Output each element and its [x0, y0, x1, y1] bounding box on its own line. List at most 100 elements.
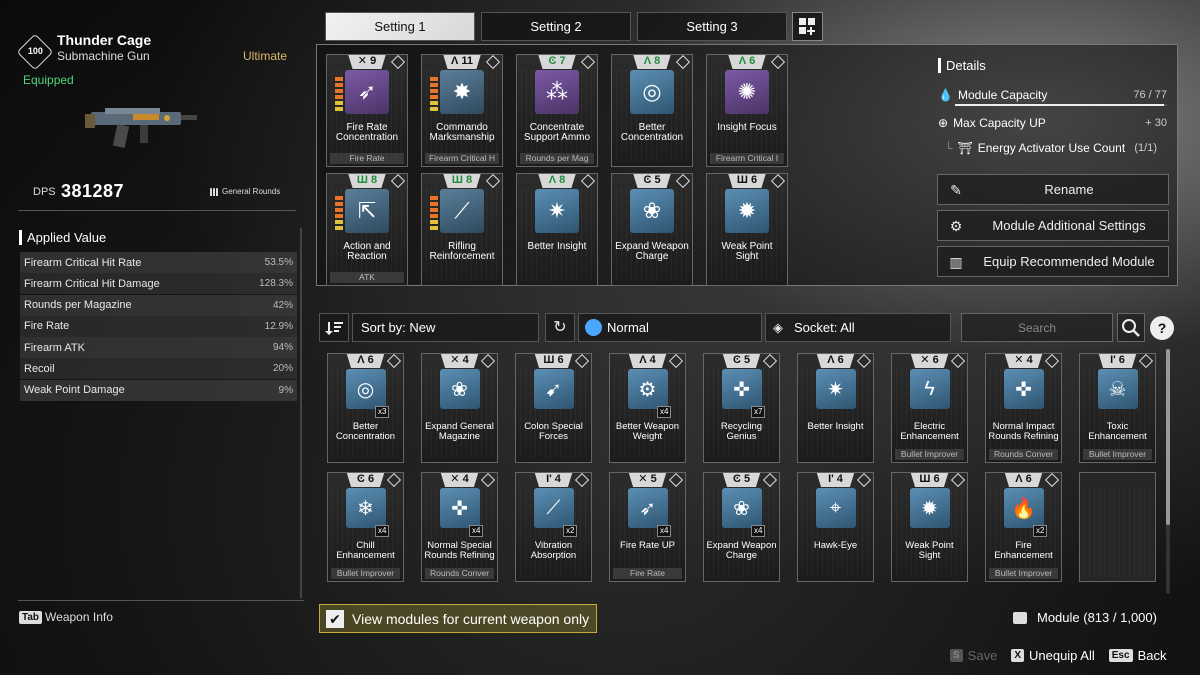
module-category: Rounds Conver: [425, 568, 494, 579]
equipped-module-card[interactable]: Ш 8 ⟋ Rifling Reinforcement: [421, 173, 503, 286]
rarity-normal-icon: [585, 319, 602, 336]
module-cost: Ш 8: [348, 174, 386, 188]
module-category: Rounds per Mag: [520, 153, 594, 164]
inventory-module-card[interactable]: Ͼ 5 ❀ x4 Expand Weapon Charge: [703, 472, 780, 582]
socket-filter-select[interactable]: Socket: All: [765, 313, 951, 342]
applied-value-scrollbar[interactable]: [300, 228, 302, 598]
module-additional-settings-button[interactable]: ⚙ Module Additional Settings: [937, 210, 1169, 241]
inventory-module-card[interactable]: Λ 6 ✷ Better Insight: [797, 353, 874, 463]
equipped-module-card[interactable]: Λ 6 ✺ Insight Focus Firearm Critical I: [706, 54, 788, 167]
module-art-icon: ❀: [439, 369, 480, 409]
applied-value-label: Firearm Critical Hit Rate: [24, 256, 142, 269]
equipped-module-card[interactable]: Ш 6 ✹ Weak Point Sight: [706, 173, 788, 286]
inventory-module-card[interactable]: ✕ 4 ✜ Normal Impact Rounds Refining Rounds …: [985, 353, 1062, 463]
tab-setting-1[interactable]: Setting 1: [325, 12, 475, 41]
search-button[interactable]: [1117, 313, 1145, 342]
socket-icon: [574, 354, 590, 369]
applied-value-label: Recoil: [24, 362, 55, 375]
inventory-module-card[interactable]: Ш 6 ✹ Weak Point Sight: [891, 472, 968, 582]
s-key-icon: S: [950, 649, 963, 662]
socket-icon: [950, 473, 966, 488]
equipped-module-card[interactable]: Ͼ 5 ❀ Expand Weapon Charge: [611, 173, 693, 286]
module-cost: Λ 6: [728, 55, 766, 69]
equipped-module-card[interactable]: Ͼ 7 ⁂ Concentrate Support Ammo Rounds per M…: [516, 54, 598, 167]
module-cost: Λ 6: [346, 354, 385, 368]
bar-chart-icon: ▥: [949, 253, 963, 270]
dps-value: 381287: [61, 181, 125, 201]
module-name: Chill Enhancement: [336, 540, 395, 561]
equipped-module-card[interactable]: Λ 8 ◎ Better Concentration: [611, 54, 693, 167]
module-quantity: x4: [469, 525, 484, 537]
esc-key-icon: Esc: [1108, 649, 1133, 662]
reset-filter-button[interactable]: ↻: [545, 313, 575, 342]
module-name: Fire Rate Concentration: [335, 122, 399, 143]
back-button[interactable]: Esc Back: [1108, 648, 1166, 663]
module-count: Module (813 / 1,000): [1013, 610, 1157, 625]
help-button[interactable]: ?: [1150, 316, 1174, 340]
equipped-module-card[interactable]: Ш 8 ⇱ Action and Reaction ATK: [326, 173, 408, 286]
sort-order-button[interactable]: [319, 313, 349, 342]
inventory-module-card[interactable]: ✕ 4 ✜ x4 Normal Special Rounds Refining Roun…: [421, 472, 498, 582]
inventory-module-card[interactable]: ✕ 6 ϟ Electric Enhancement Bullet Improver: [891, 353, 968, 463]
rarity-filter-select[interactable]: Normal: [578, 313, 762, 342]
inventory-module-card[interactable]: Λ 6 ◎ x3 Better Concentration: [327, 353, 404, 463]
module-category: Bullet Improver: [989, 568, 1058, 579]
add-setting-button[interactable]: [792, 12, 823, 41]
unequip-all-button[interactable]: X Unequip All: [1011, 648, 1095, 663]
inventory-module-card[interactable]: Ш 6 ➹ Colon Special Forces: [515, 353, 592, 463]
module-cost: Λ 6: [1004, 473, 1043, 487]
socket-icon: [390, 174, 406, 189]
weapon-info-button[interactable]: Tab Weapon Info: [19, 610, 113, 624]
inventory-module-card[interactable]: ✕ 5 ➶ x4 Fire Rate UP Fire Rate: [609, 472, 686, 582]
energy-activator-row: └ ⛩ Energy Activator Use Count: [944, 141, 1125, 155]
inventory-module-card[interactable]: Ͼ 5 ✜ x7 Recycling Genius: [703, 353, 780, 463]
search-input[interactable]: [961, 313, 1113, 342]
socket-icon: [1044, 354, 1060, 369]
sort-by-select[interactable]: Sort by: New: [352, 313, 539, 342]
module-name: Normal Impact Rounds Refining: [988, 421, 1059, 442]
module-cost: Ι' 4: [534, 473, 573, 487]
module-quantity: x4: [751, 525, 766, 537]
socket-icon: [485, 174, 501, 189]
inventory-module-card[interactable]: Ͼ 6 ❄ x4 Chill Enhancement Bullet Improver: [327, 472, 404, 582]
module-art-icon: ✜: [439, 488, 480, 528]
socket-icon: [580, 174, 596, 189]
module-category: Firearm Critical I: [710, 153, 784, 164]
module-quantity: x4: [375, 525, 390, 537]
inventory-empty-slot: [1079, 472, 1156, 582]
socket-icon: [480, 354, 496, 369]
applied-value-label: Weak Point Damage: [24, 384, 125, 397]
equip-recommended-module-button[interactable]: ▥ Equip Recommended Module: [937, 246, 1169, 277]
module-name: Normal Special Rounds Refining: [424, 540, 495, 561]
inventory-module-card[interactable]: Ι' 4 ⟋ x2 Vibration Absorption: [515, 472, 592, 582]
equipped-module-card[interactable]: Λ 8 ✷ Better Insight: [516, 173, 598, 286]
rename-button[interactable]: ✎ Rename: [937, 174, 1169, 205]
module-category: Fire Rate: [613, 568, 682, 579]
tree-branch-icon: └: [944, 141, 953, 155]
module-level-bars: [430, 77, 438, 115]
save-label: Save: [967, 648, 998, 663]
module-category: Fire Rate: [330, 153, 404, 164]
module-name: Vibration Absorption: [530, 540, 577, 561]
x-key-icon: X: [1011, 649, 1024, 662]
divider: [18, 210, 296, 211]
inventory-scrollbar[interactable]: [1166, 349, 1170, 525]
inventory-module-card[interactable]: ✕ 4 ❀ Expand General Magazine: [421, 353, 498, 463]
tab-setting-3[interactable]: Setting 3: [637, 12, 787, 41]
view-current-weapon-checkbox[interactable]: ✔ View modules for current weapon only: [319, 604, 597, 633]
refresh-icon: ↻: [553, 319, 567, 336]
inventory-module-card[interactable]: Ι' 6 ☠ Toxic Enhancement Bullet Improver: [1079, 353, 1156, 463]
socket-icon: [856, 473, 872, 488]
inventory-module-card[interactable]: Ι' 4 ⌖ Hawk-Eye: [797, 472, 874, 582]
equipped-module-card[interactable]: ✕ 9 ➶ Fire Rate Concentration Fire Rate: [326, 54, 408, 167]
inventory-module-card[interactable]: Λ 6 🔥 x2 Fire Enhancement Bullet Improver: [985, 472, 1062, 582]
inventory-module-card[interactable]: Λ 4 ⚙ x4 Better Weapon Weight: [609, 353, 686, 463]
checkmark-icon: ✔: [326, 609, 344, 628]
module-category: Rounds Conver: [989, 449, 1058, 460]
applied-value-label: Fire Rate: [24, 320, 70, 333]
module-name: Expand General Magazine: [425, 421, 494, 442]
tab-setting-2[interactable]: Setting 2: [481, 12, 631, 41]
save-button[interactable]: S Save: [950, 648, 997, 663]
socket-icon: [770, 55, 786, 70]
equipped-module-card[interactable]: Λ 11 ✸ Commando Marksmanship Firearm Critic…: [421, 54, 503, 167]
